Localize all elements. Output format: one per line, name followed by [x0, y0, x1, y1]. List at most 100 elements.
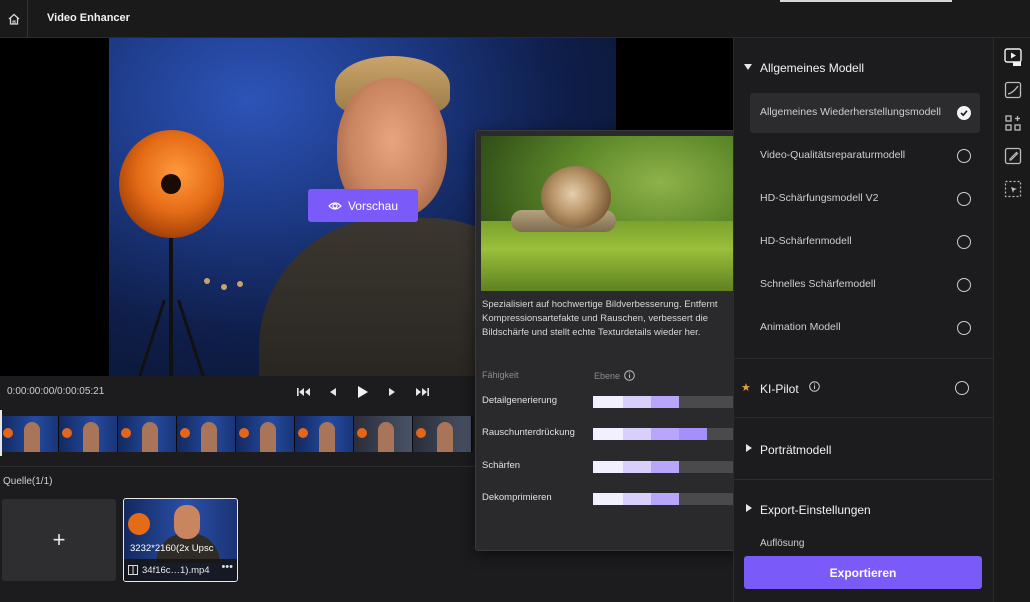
lamp-leg [177, 299, 208, 376]
filmstrip-frame [177, 416, 236, 452]
model-info-tooltip: Spezialisiert auf hochwertige Bildverbes… [475, 130, 743, 551]
skill-label: Schärfen [482, 460, 521, 471]
preview-button[interactable]: Vorschau [308, 189, 418, 222]
filmstrip-frame [236, 416, 295, 452]
resolution-label: Auflösung [760, 538, 805, 549]
app-title: Video Enhancer [47, 12, 130, 24]
home-icon [8, 13, 19, 25]
model-option-label: Video-Qualitätsreparaturmodell [760, 149, 906, 161]
model-option-label: Animation Modell [760, 321, 841, 333]
skill-level-segment [651, 428, 679, 440]
skip-forward-icon [416, 388, 429, 396]
check-icon [960, 110, 968, 117]
radio-icon[interactable] [957, 149, 971, 163]
model-option-label: HD-Schärfenmodell [760, 235, 852, 247]
top-bar: Video Enhancer [0, 0, 1030, 38]
divider [734, 358, 994, 359]
collapse-caret-icon[interactable] [744, 64, 752, 70]
export-settings-title[interactable]: Export-Einstellungen [760, 503, 871, 517]
skill-label: Rauschunterdrückung [482, 427, 575, 438]
expand-caret-icon[interactable] [746, 504, 752, 512]
model-option[interactable]: Allgemeines Wiederherstellungsmodell [750, 93, 980, 133]
timeline-filmstrip[interactable] [0, 416, 473, 452]
source-count-label: Quelle(1/1) [3, 476, 53, 487]
model-option[interactable]: Schnelles Schärfemodell [750, 265, 980, 305]
thumbnail-lamp [128, 513, 150, 535]
model-option-label: Schnelles Schärfemodell [760, 278, 876, 290]
skill-level-segment [623, 493, 651, 505]
model-option-label: HD-Schärfungsmodell V2 [760, 192, 879, 204]
tool-icon-bar [993, 38, 1030, 602]
ai-pilot-radio[interactable] [955, 381, 969, 395]
radio-icon[interactable] [957, 278, 971, 292]
skill-label: Dekomprimieren [482, 492, 552, 503]
skill-level-bar [593, 428, 737, 440]
uhd-video-icon[interactable] [1003, 47, 1023, 67]
star-icon: ★ [741, 382, 751, 394]
general-model-title[interactable]: Allgemeines Modell [760, 61, 864, 75]
divider [734, 479, 994, 480]
shapes-icon[interactable] [1003, 113, 1023, 133]
checked-radio-icon[interactable] [957, 106, 971, 120]
model-option-label: Allgemeines Wiederherstellungsmodell [760, 106, 941, 118]
skill-level-segment [623, 428, 651, 440]
divider [734, 417, 994, 418]
skill-level-segment [651, 493, 679, 505]
portrait-model-title[interactable]: Porträtmodell [760, 443, 831, 457]
step-back-icon [330, 388, 336, 396]
level-header-label: Ebene [594, 370, 621, 381]
skip-to-start-button[interactable] [296, 384, 312, 400]
play-button[interactable] [355, 384, 371, 400]
top-tab-indicator [780, 0, 952, 2]
filmstrip-frame [354, 416, 413, 452]
source-file-name: 34f16c…1).mp4 [142, 565, 210, 576]
filmstrip-frame [0, 416, 59, 452]
compare-icon [128, 565, 138, 575]
radio-icon[interactable] [957, 235, 971, 249]
skill-level-segment [679, 428, 707, 440]
expand-caret-icon[interactable] [746, 444, 752, 452]
level-column-header: Ebene [594, 370, 635, 381]
radio-icon[interactable] [957, 321, 971, 335]
skill-level-segment [593, 493, 623, 505]
ai-pilot-title[interactable]: KI-Pilot [760, 382, 799, 396]
skill-level-bar [593, 493, 737, 505]
add-source-button[interactable]: + [2, 499, 116, 581]
home-button[interactable] [0, 0, 28, 38]
next-frame-button[interactable] [384, 384, 400, 400]
select-area-icon[interactable] [1003, 179, 1023, 199]
preview-button-label: Vorschau [347, 198, 399, 213]
previous-frame-button[interactable] [325, 384, 341, 400]
source-file-footer: 34f16c…1).mp4 ••• [124, 559, 237, 581]
model-option[interactable]: HD-Schärfungsmodell V2 [750, 179, 980, 219]
filmstrip-frame [118, 416, 177, 452]
model-option[interactable]: Animation Modell [750, 308, 980, 348]
source-file-tile[interactable]: 3232*2160(2x Upsc 34f16c…1).mp4 ••• [123, 498, 238, 582]
edit-icon[interactable] [1003, 146, 1023, 166]
model-option[interactable]: HD-Schärfenmodell [750, 222, 980, 262]
ability-column-header: Fähigkeit [482, 370, 519, 380]
info-icon[interactable] [624, 370, 635, 381]
source-resolution: 3232*2160(2x Upsc [130, 543, 214, 554]
skip-to-end-button[interactable] [414, 384, 430, 400]
model-sample-image [481, 136, 737, 291]
bokeh-light [237, 281, 243, 287]
skill-level-segment [623, 396, 651, 408]
sample-snail-shell [541, 166, 611, 228]
curve-icon[interactable] [1003, 80, 1023, 100]
bokeh-light [204, 278, 210, 284]
skill-level-segment [593, 396, 623, 408]
radio-icon[interactable] [957, 192, 971, 206]
more-options-button[interactable]: ••• [221, 561, 233, 573]
info-icon[interactable] [809, 381, 820, 392]
model-settings-panel: Allgemeines Modell Allgemeines Wiederher… [733, 38, 994, 602]
lamp-stand [169, 234, 173, 376]
lamp-center [161, 174, 181, 194]
filmstrip-frame [295, 416, 354, 452]
timeline-playhead[interactable] [0, 410, 2, 456]
step-forward-icon [389, 388, 395, 396]
model-option[interactable]: Video-Qualitätsreparaturmodell [750, 136, 980, 176]
export-button[interactable]: Exportieren [744, 556, 982, 589]
skill-level-bar [593, 396, 737, 408]
model-description: Spezialisiert auf hochwertige Bildverbes… [482, 299, 718, 338]
